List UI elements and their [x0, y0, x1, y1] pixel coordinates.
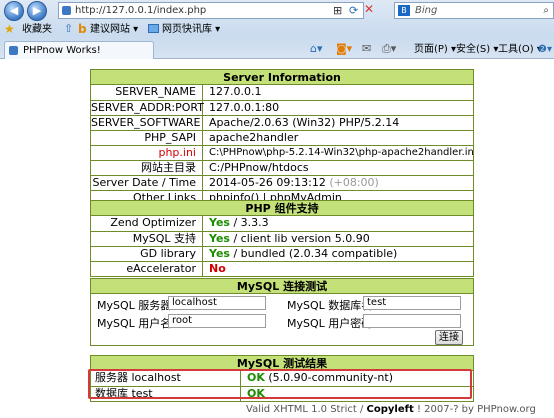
mysql-test-panel: MySQL 连接测试 MySQL 服务器 localhost MySQL 数据库…	[90, 278, 474, 346]
tab-title: PHPnow Works!	[23, 45, 101, 56]
row-value: Yes / 3.3.3	[203, 216, 473, 231]
footer-text: Valid XHTML 1.0 Strict /	[246, 404, 367, 415]
phpini-link[interactable]: php.ini	[91, 146, 203, 160]
print-icon[interactable]: ⎙▾	[382, 42, 396, 56]
mysql-user-label: MySQL 用户名	[97, 317, 172, 330]
footer: Valid XHTML 1.0 Strict / Copyleft ! 2007…	[246, 404, 536, 415]
row-label: 网站主目录	[91, 161, 203, 175]
table-row: Zend Optimizer Yes / 3.3.3	[91, 216, 473, 231]
menu-page[interactable]: 页面(P) ▾	[414, 43, 456, 57]
row-label: SERVER_SOFTWARE	[91, 116, 203, 130]
feeds-icon[interactable]: ◙▾	[336, 42, 352, 55]
server-info-rows: SERVER_NAME 127.0.0.1 SERVER_ADDR:PORT 1…	[91, 85, 473, 205]
search-icon[interactable]: ⌕	[543, 3, 549, 18]
mysql-pass-label: MySQL 用户密码	[287, 317, 373, 330]
browser-chrome: ◀ ▶ http://127.0.0.1/index.php ⊞ ⟳ ✕ B B…	[0, 0, 554, 59]
mysql-server-input[interactable]: localhost	[168, 296, 266, 310]
row-value: Yes / bundled (2.0.34 compatible)	[203, 247, 473, 261]
home-icon[interactable]: ⌂▾	[310, 42, 323, 55]
mail-icon[interactable]: ✉	[362, 42, 371, 55]
row-value: 2014-05-26 09:13:12 (+08:00)	[203, 176, 473, 190]
bing-icon: B	[398, 5, 410, 16]
row-label: eAccelerator	[91, 262, 203, 276]
mysql-server-label: MySQL 服务器	[97, 299, 172, 312]
row-value: No	[203, 262, 473, 276]
row-label: SERVER_NAME	[91, 85, 203, 100]
row-value: C:\PHPnow\php-5.2.14-Win32\php-apache2ha…	[209, 147, 473, 158]
row-detail: / bundled (2.0.34 compatible)	[229, 247, 398, 260]
table-row: GD library Yes / bundled (2.0.34 compati…	[91, 246, 473, 261]
mysql-user-input[interactable]: root	[168, 314, 266, 328]
table-row: Server Date / Time 2014-05-26 09:13:12 (…	[91, 175, 473, 190]
suggested-sites-icon: b	[78, 22, 87, 36]
row-value: apache2handler	[209, 131, 299, 144]
web-slice-link[interactable]: 网页快讯库 ▾	[162, 23, 220, 37]
server-datetime: 2014-05-26 09:13:12	[209, 176, 326, 189]
server-info-title: Server Information	[91, 70, 473, 85]
refresh-icon[interactable]: ⟳	[349, 4, 358, 17]
table-row: php.ini C:\PHPnow\php-5.2.14-Win32\php-a…	[91, 145, 473, 160]
tab-page-icon	[9, 46, 18, 55]
table-row: SERVER_ADDR:PORT 127.0.0.1:80	[91, 100, 473, 115]
stop-icon[interactable]: ✕	[364, 2, 374, 16]
status-yes: Yes	[209, 216, 230, 229]
table-row: 网站主目录 C:/PHPnow/htdocs	[91, 160, 473, 175]
status-no: No	[209, 262, 226, 275]
back-button[interactable]: ◀	[4, 1, 24, 21]
timezone-offset: (+08:00)	[329, 176, 379, 189]
address-bar[interactable]: http://127.0.0.1/index.php	[58, 2, 364, 19]
search-placeholder: Bing	[415, 5, 438, 16]
highlight-box	[88, 369, 472, 399]
row-label: Zend Optimizer	[91, 216, 203, 231]
footer-text-2: ! 2007-? by PHPnow.org	[413, 404, 536, 415]
table-row: SERVER_NAME 127.0.0.1	[91, 85, 473, 100]
table-row: MySQL 支持 Yes / client lib version 5.0.90	[91, 231, 473, 246]
page-icon	[62, 6, 71, 15]
server-info-panel: Server Information SERVER_NAME 127.0.0.1…	[90, 69, 474, 206]
row-value: 127.0.0.1	[209, 85, 262, 98]
menu-tools[interactable]: 工具(O) ▾	[498, 43, 542, 57]
row-detail: / client lib version 5.0.90	[229, 232, 370, 245]
address-url: http://127.0.0.1/index.php	[75, 5, 207, 16]
search-box[interactable]: B Bing ⌕	[394, 2, 554, 19]
add-favorite-icon[interactable]: ⇧	[64, 22, 73, 35]
mysql-db-label: MySQL 数据库名	[287, 299, 373, 312]
favorites-button[interactable]: 收藏夹	[22, 23, 52, 37]
row-label: Server Date / Time	[91, 176, 203, 190]
row-detail: / 3.3.3	[229, 216, 269, 229]
row-value: Yes / client lib version 5.0.90	[203, 232, 473, 246]
php-components-panel: PHP 组件支持 Zend Optimizer Yes / 3.3.3 MySQ…	[90, 200, 474, 277]
compat-view-icon[interactable]: ⊞	[333, 4, 342, 17]
menu-safety[interactable]: 安全(S) ▾	[456, 43, 498, 57]
tab-phpnow[interactable]: PHPnow Works!	[4, 41, 154, 59]
mysql-test-title: MySQL 连接测试	[91, 279, 473, 294]
table-row: SERVER_SOFTWARE Apache/2.0.63 (Win32) PH…	[91, 115, 473, 130]
row-label: MySQL 支持	[91, 232, 203, 246]
row-value: C:/PHPnow/htdocs	[209, 161, 309, 174]
mysql-pass-input[interactable]	[363, 314, 461, 328]
forward-button[interactable]: ▶	[27, 1, 47, 21]
row-value: Apache/2.0.63 (Win32) PHP/5.2.14	[209, 116, 400, 129]
mysql-db-input[interactable]: test	[363, 296, 461, 310]
row-label: GD library	[91, 247, 203, 261]
favorites-star-icon[interactable]: ★	[4, 22, 15, 36]
table-row: PHP_SAPI apache2handler	[91, 130, 473, 145]
status-yes: Yes	[209, 232, 230, 245]
status-yes: Yes	[209, 247, 230, 260]
suggested-sites-link[interactable]: 建议网站 ▾	[90, 23, 138, 37]
table-row: eAccelerator No	[91, 261, 473, 276]
help-icon[interactable]: ❷▾	[538, 43, 552, 57]
row-label: SERVER_ADDR:PORT	[91, 101, 204, 115]
components-title: PHP 组件支持	[91, 201, 473, 216]
row-label: PHP_SAPI	[91, 131, 203, 145]
copyleft-link[interactable]: Copyleft	[367, 404, 414, 415]
web-slice-icon	[148, 24, 159, 33]
row-value: 127.0.0.1:80	[209, 101, 280, 114]
connect-button[interactable]: 连接	[435, 330, 463, 345]
